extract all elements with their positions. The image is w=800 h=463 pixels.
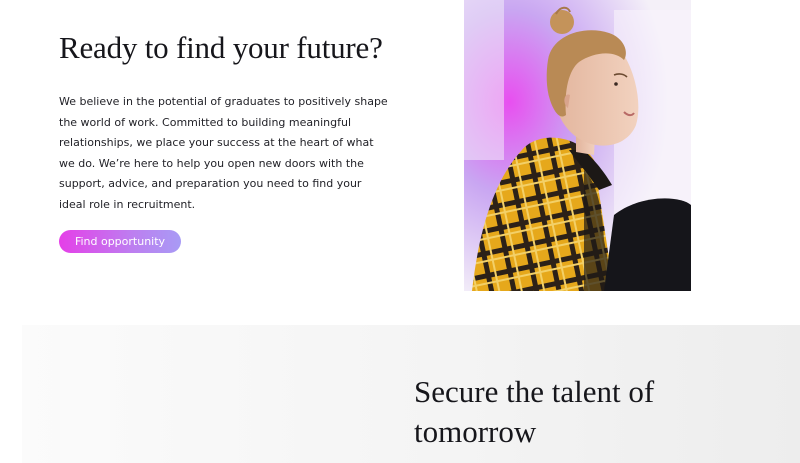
talent-section-heading: Secure the talent of tomorrow [414,374,655,449]
hero-body-text: We believe in the potential of graduates… [59,95,388,211]
hero-heading: Ready to find your future? [59,30,383,65]
find-opportunity-button[interactable]: Find opportunity [59,230,181,253]
page: Ready to find your future? We believe in… [0,0,800,463]
hero-photo [464,0,691,291]
woman-in-plaid-jacket-image [464,0,691,291]
